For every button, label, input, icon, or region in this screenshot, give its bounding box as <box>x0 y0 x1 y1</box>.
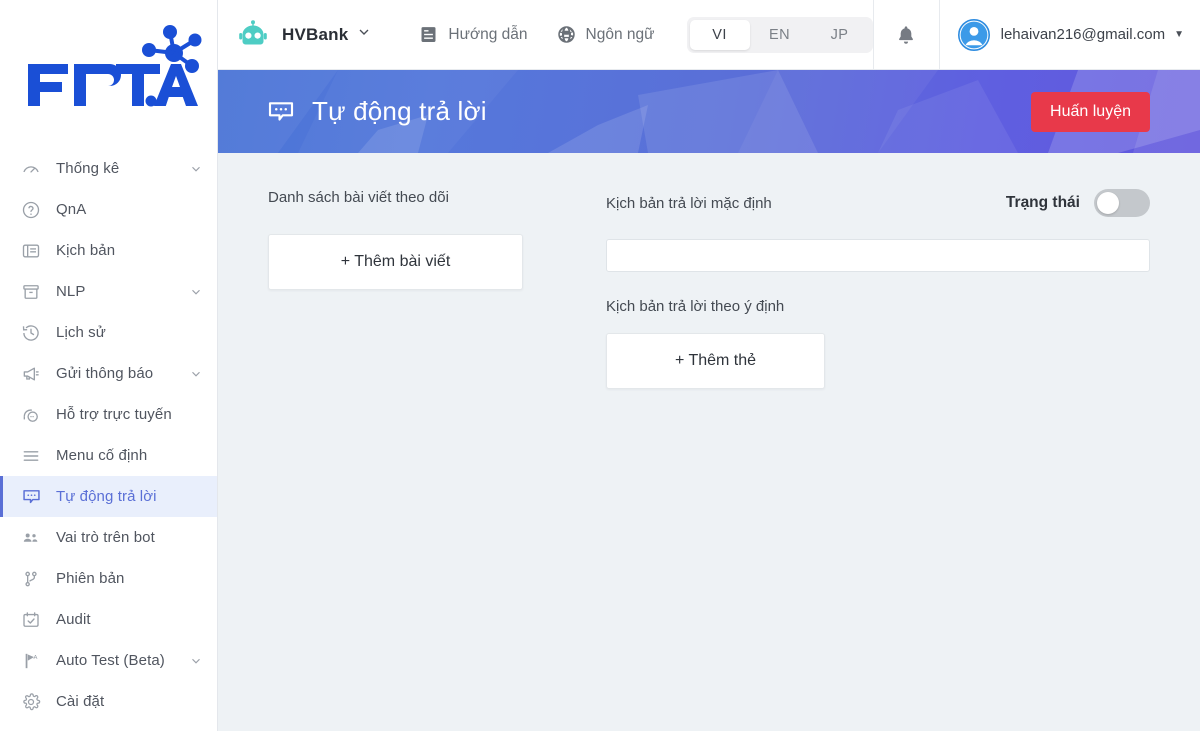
live-chat-support-icon <box>20 404 42 426</box>
chevron-down-icon: ▼ <box>1174 29 1185 40</box>
reply-column: Kịch bản trả lời mặc định Trạng thái Kịc… <box>606 189 1150 731</box>
toggle-knob <box>1097 192 1119 214</box>
people-group-icon <box>20 527 42 549</box>
page-title: Tự động trả lời <box>312 96 487 126</box>
top-bar: HVBank Hướng dẫn Ngôn ngữ VI EN JP lehai… <box>218 0 1200 70</box>
guide-label: Hướng dẫn <box>448 25 528 43</box>
guide-document-icon <box>418 24 439 45</box>
notifications-button[interactable] <box>873 0 938 70</box>
sidebar-item-kich-ban[interactable]: Kịch bản <box>0 230 217 271</box>
intent-reply-block: Kịch bản trả lời theo ý định + Thêm thẻ <box>606 298 1150 389</box>
lang-option-vi[interactable]: VI <box>689 19 750 50</box>
sidebar-item-label: Menu cố định <box>56 447 148 464</box>
default-reply-input[interactable] <box>606 239 1150 272</box>
fpt-ai-logo[interactable] <box>0 0 217 140</box>
language-switcher[interactable]: VI EN JP <box>686 16 873 53</box>
calendar-check-icon <box>20 609 42 631</box>
sidebar-item-lich-su[interactable]: Lịch sử <box>0 312 217 353</box>
sidebar-item-qna[interactable]: QnA <box>0 189 217 230</box>
sidebar-item-cai-dat[interactable]: Cài đặt <box>0 681 217 722</box>
default-reply-header: Kịch bản trả lời mặc định Trạng thái <box>606 189 1150 217</box>
sidebar-item-label: Gửi thông báo <box>56 365 154 382</box>
page-title-group: Tự động trả lời <box>218 96 487 127</box>
train-button[interactable]: Huấn luyện <box>1031 91 1150 132</box>
lang-option-jp[interactable]: JP <box>810 20 870 50</box>
user-menu[interactable]: lehaivan216@gmail.com ▼ <box>940 0 1200 70</box>
fpt-ai-logo-icon <box>27 25 201 107</box>
sidebar-item-label: Vai trò trên bot <box>56 529 155 546</box>
globe-icon <box>556 24 577 45</box>
chevron-down-icon <box>189 367 203 381</box>
sidebar-nav: Thống kê QnA Kịch bản NLP Lịch sử Gửi th… <box>0 140 217 722</box>
flag-beta-icon: A <box>20 650 42 672</box>
script-card-icon <box>20 240 42 262</box>
sidebar-item-vai-tro-tren-bot[interactable]: Vai trò trên bot <box>0 517 217 558</box>
robot-icon <box>236 18 270 52</box>
user-email: lehaivan216@gmail.com <box>1000 26 1166 43</box>
status-toggle[interactable] <box>1094 189 1150 217</box>
bot-name: HVBank <box>282 24 349 44</box>
page-banner: Tự động trả lời Huấn luyện <box>218 70 1200 153</box>
chevron-down-icon <box>356 24 372 45</box>
sidebar-item-label: Tự động trả lời <box>56 488 157 505</box>
sidebar-item-label: Phiên bản <box>56 570 125 587</box>
default-reply-label: Kịch bản trả lời mặc định <box>606 194 772 212</box>
gear-icon <box>20 691 42 713</box>
sidebar-item-label: Lịch sử <box>56 324 106 341</box>
language-label: Ngôn ngữ <box>585 25 655 43</box>
sidebar-item-label: Audit <box>56 611 91 628</box>
dashboard-gauge-icon <box>20 158 42 180</box>
megaphone-icon <box>20 363 42 385</box>
archive-box-icon <box>20 281 42 303</box>
guide-link[interactable]: Hướng dẫn <box>418 24 528 45</box>
bot-selector[interactable]: HVBank <box>236 18 372 52</box>
history-clock-icon <box>20 322 42 344</box>
chat-bubble-icon <box>266 97 296 127</box>
articles-column: Danh sách bài viết theo dõi + Thêm bài v… <box>268 189 538 731</box>
add-tag-button[interactable]: + Thêm thẻ <box>606 333 825 389</box>
sidebar-item-label: Auto Test (Beta) <box>56 652 165 669</box>
content-area: Danh sách bài viết theo dõi + Thêm bài v… <box>218 153 1200 731</box>
chat-bubble-icon <box>20 486 42 508</box>
sidebar: Thống kê QnA Kịch bản NLP Lịch sử Gửi th… <box>0 0 218 731</box>
intent-reply-label: Kịch bản trả lời theo ý định <box>606 298 785 315</box>
sidebar-item-gui-thong-bao[interactable]: Gửi thông báo <box>0 353 217 394</box>
user-avatar-icon <box>957 18 990 51</box>
sidebar-item-thong-ke[interactable]: Thống kê <box>0 148 217 189</box>
language-link[interactable]: Ngôn ngữ <box>556 24 655 45</box>
sidebar-item-phien-ban[interactable]: Phiên bản <box>0 558 217 599</box>
chevron-down-icon <box>189 285 203 299</box>
sidebar-item-nlp[interactable]: NLP <box>0 271 217 312</box>
svg-text:A: A <box>34 655 38 661</box>
question-circle-icon <box>20 199 42 221</box>
sidebar-item-menu-co-dinh[interactable]: Menu cố định <box>0 435 217 476</box>
sidebar-item-label: Kịch bản <box>56 242 116 259</box>
lang-option-en[interactable]: EN <box>750 20 810 50</box>
add-article-button[interactable]: + Thêm bài viết <box>268 234 523 290</box>
sidebar-item-label: NLP <box>56 283 86 300</box>
sidebar-item-label: Hỗ trợ trực tuyến <box>56 406 172 423</box>
articles-label: Danh sách bài viết theo dõi <box>268 189 449 206</box>
sidebar-item-tu-dong-tra-loi[interactable]: Tự động trả lời <box>0 476 217 517</box>
sidebar-item-ho-tro-truc-tuyen[interactable]: Hỗ trợ trực tuyến <box>0 394 217 435</box>
sidebar-item-label: Thống kê <box>56 160 120 177</box>
sidebar-item-label: Cài đặt <box>56 693 105 710</box>
chevron-down-icon <box>189 654 203 668</box>
chevron-down-icon <box>189 162 203 176</box>
hamburger-menu-icon <box>20 445 42 467</box>
sidebar-item-audit[interactable]: Audit <box>0 599 217 640</box>
bell-icon <box>895 24 917 46</box>
main-region: HVBank Hướng dẫn Ngôn ngữ VI EN JP lehai… <box>218 0 1200 731</box>
status-label: Trạng thái <box>1005 194 1080 211</box>
sidebar-item-auto-test-beta[interactable]: A Auto Test (Beta) <box>0 640 217 681</box>
app-root: Thống kê QnA Kịch bản NLP Lịch sử Gửi th… <box>0 0 1200 731</box>
sidebar-item-label: QnA <box>56 201 87 218</box>
status-group: Trạng thái <box>1006 189 1150 217</box>
branch-icon <box>20 568 42 590</box>
